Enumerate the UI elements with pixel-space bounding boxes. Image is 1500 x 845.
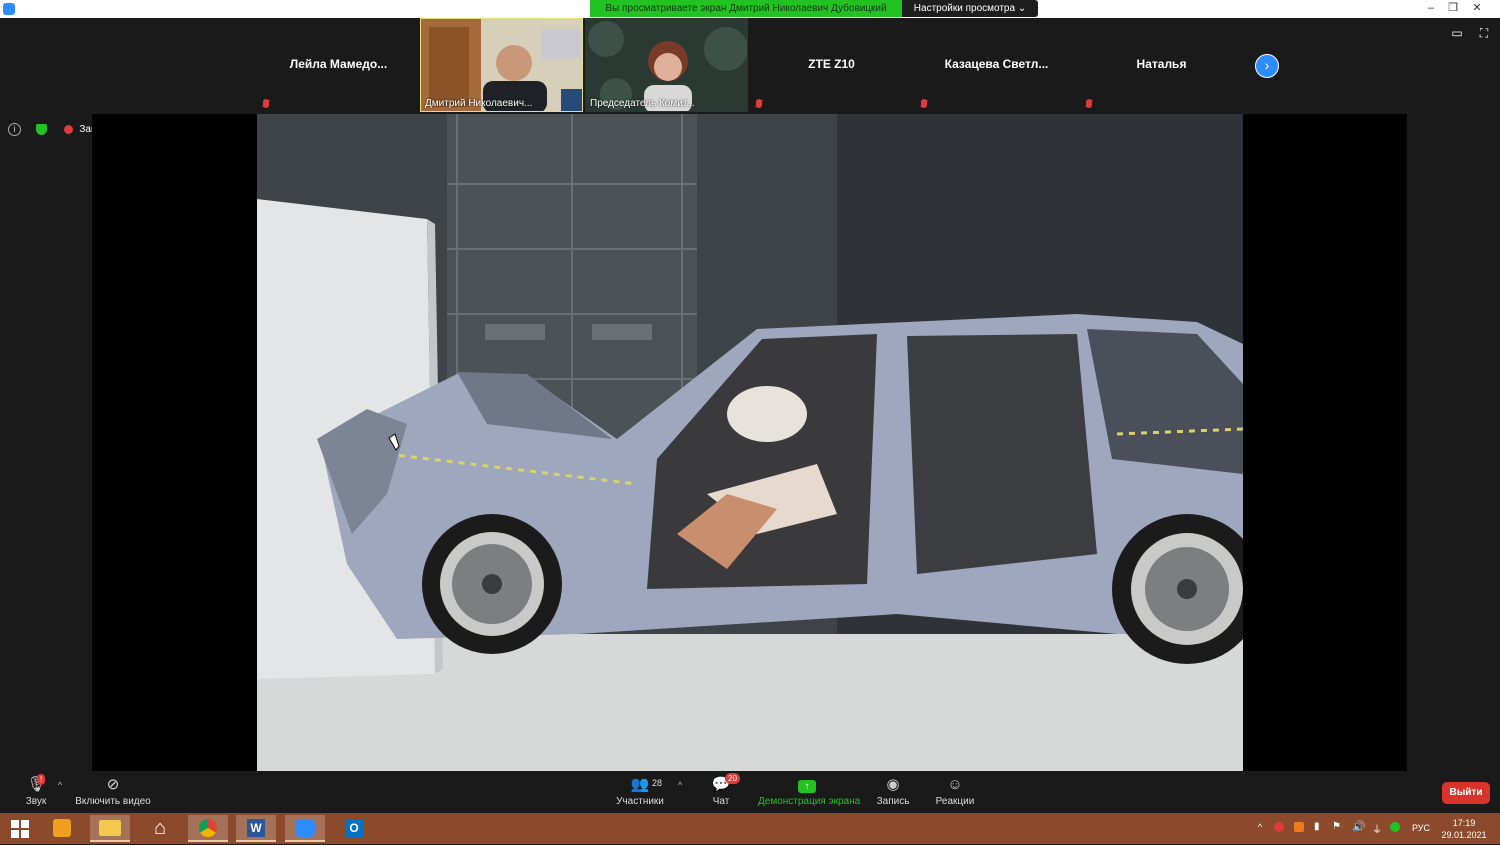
share-screen-label: Демонстрация экрана (758, 796, 861, 807)
meeting-toolbar: 🎙 Звук ! ^ ⊘ Включить видео 👥 Участники … (0, 772, 1500, 813)
chat-label: Чат (712, 796, 730, 807)
video-off-icon: ⊘ (106, 776, 120, 793)
participant-name: Лейла Мамедо... (289, 57, 388, 71)
record-dot-icon (63, 125, 73, 134)
home-icon: ⌂ (153, 817, 167, 839)
reactions-button[interactable]: ☺ Реакции (934, 776, 976, 807)
taskbar-word[interactable]: W (236, 815, 276, 842)
zoom-app-icon (3, 3, 15, 15)
video-label: Включить видео (75, 796, 151, 807)
participant-video-tile[interactable]: Дмитрий Николаевич... (420, 18, 583, 112)
zoom-icon (295, 819, 315, 837)
participant-caption: Председатель Комит... (590, 98, 695, 109)
window-titlebar: Вы просматриваете экран Дмитрий Николаев… (0, 0, 1500, 18)
windows-taskbar: ⌂ W O ^ ▮ ⚑ 🔊 ⏚ РУС 17:19 29.01.2021 (0, 813, 1500, 844)
taskbar-zoom[interactable] (285, 815, 325, 842)
view-settings-button[interactable]: Настройки просмотра ⌄ (902, 0, 1038, 17)
usb-icon[interactable]: ⏚ (1372, 821, 1382, 836)
taskbar-media-player[interactable] (42, 815, 82, 842)
smiley-icon: ☺ (947, 776, 963, 793)
tray-expand-icon[interactable]: ^ (1258, 822, 1262, 832)
participant-tile[interactable]: Казацева Светл... (915, 18, 1078, 112)
participant-name: Казацева Светл... (944, 57, 1049, 71)
participant-tile[interactable]: ZTE Z10 (750, 18, 913, 112)
participant-name: ZTE Z10 (808, 57, 855, 71)
language-indicator[interactable]: РУС (1412, 823, 1430, 833)
share-screen-icon: ↑ (758, 776, 856, 794)
clock-time: 17:19 (1452, 818, 1476, 828)
screen-share-banner: Вы просматриваете экран Дмитрий Николаев… (590, 0, 902, 17)
shield-icon[interactable] (35, 124, 47, 135)
clock-date: 29.01.2021 (1441, 830, 1487, 840)
volume-icon[interactable]: 🔊 (1352, 820, 1366, 833)
start-video-button[interactable]: ⊘ Включить видео (74, 776, 152, 807)
participant-caption: Дмитрий Николаевич... (425, 98, 533, 109)
participants-count: 28 (652, 778, 663, 788)
chevron-right-icon: › (1264, 57, 1270, 73)
record-button[interactable]: ◉ Запись (874, 776, 912, 807)
media-player-icon (53, 819, 71, 837)
participant-name: Наталья (1136, 57, 1187, 71)
participant-tile[interactable]: Лейла Мамедо... (257, 18, 420, 112)
taskbar-outlook[interactable]: O (334, 815, 374, 842)
participants-label: Участники (616, 796, 664, 807)
taskbar-chrome[interactable] (188, 815, 228, 842)
audio-button[interactable]: 🎙 Звук (18, 776, 54, 807)
taskbar-home[interactable]: ⌂ (140, 815, 180, 842)
mic-muted-icon (263, 99, 269, 108)
minimize-button[interactable]: – (1420, 0, 1442, 17)
fullscreen-icon[interactable]: ⛶ (1477, 27, 1491, 39)
audio-alert-badge: ! (37, 774, 46, 785)
microphone-icon: 🎙 (26, 776, 46, 793)
chrome-icon (199, 819, 217, 837)
windows-start-button[interactable] (0, 815, 40, 842)
antivirus-icon[interactable] (1274, 822, 1284, 832)
windows-logo-icon (11, 820, 29, 838)
record-label: Запись (876, 796, 910, 807)
reactions-label: Реакции (935, 796, 975, 807)
mic-muted-icon (921, 99, 927, 108)
info-icon[interactable]: i (8, 123, 21, 136)
shared-screen-content[interactable] (257, 114, 1243, 771)
participants-options-caret-icon[interactable]: ^ (678, 780, 682, 790)
next-page-button[interactable]: › (1255, 54, 1279, 78)
tray-app-icon[interactable] (1294, 822, 1304, 832)
participant-tile[interactable]: Наталья (1080, 18, 1243, 112)
taskbar-file-explorer[interactable] (90, 815, 130, 842)
share-screen-button[interactable]: ↑ Демонстрация экрана (758, 776, 861, 807)
word-icon: W (247, 819, 265, 837)
participant-video-tile[interactable]: Председатель Комит... (585, 18, 748, 112)
chat-unread-badge: 20 (725, 773, 740, 784)
shared-video-frame (257, 114, 1243, 771)
close-button[interactable]: ✕ (1466, 0, 1488, 17)
restore-button[interactable]: ❐ (1442, 0, 1464, 17)
audio-label: Звук (25, 796, 47, 807)
record-icon: ◉ (886, 776, 900, 793)
leave-meeting-button[interactable]: Выйти (1442, 782, 1490, 804)
mic-muted-icon (756, 99, 762, 108)
mic-muted-icon (1086, 99, 1092, 108)
audio-options-caret-icon[interactable]: ^ (58, 780, 62, 790)
security-check-icon[interactable] (1390, 822, 1400, 832)
flag-icon[interactable]: ⚑ (1332, 821, 1341, 832)
system-clock[interactable]: 17:19 29.01.2021 (1438, 817, 1490, 841)
outlook-icon: O (345, 819, 363, 837)
view-mode-icon[interactable]: ▭ (1450, 27, 1464, 39)
folder-icon (99, 820, 121, 836)
network-icon[interactable]: ▮ (1314, 821, 1320, 832)
